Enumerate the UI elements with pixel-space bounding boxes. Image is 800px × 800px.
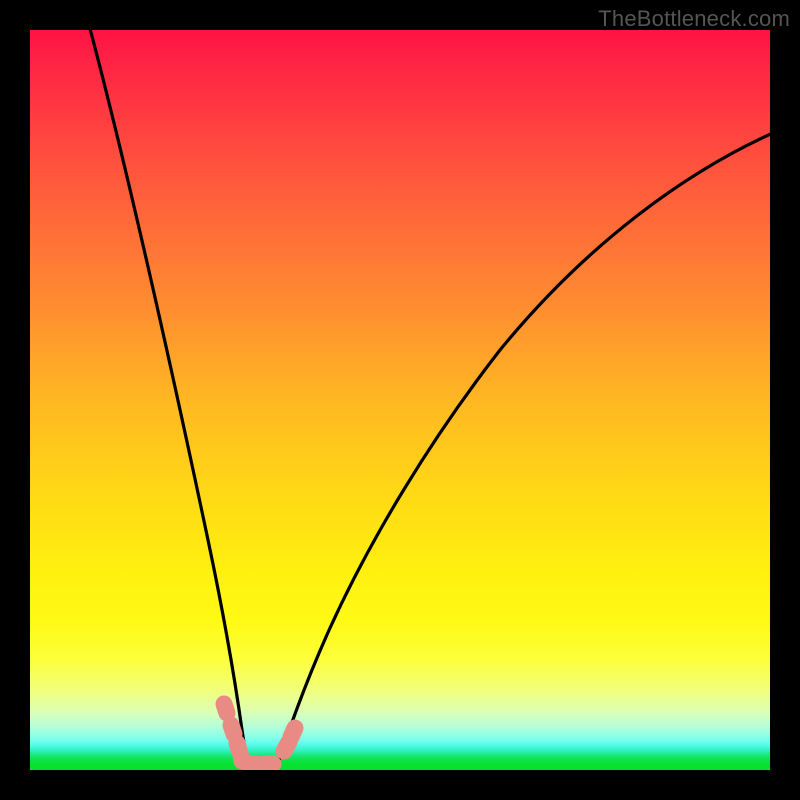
chart-frame: TheBottleneck.com bbox=[0, 0, 800, 800]
plot-area bbox=[30, 30, 770, 770]
watermark-text: TheBottleneck.com bbox=[598, 6, 790, 32]
right-branch-curve bbox=[276, 132, 770, 769]
curve-layer bbox=[30, 30, 770, 770]
left-branch-curve bbox=[89, 30, 248, 769]
valley-markers bbox=[224, 704, 295, 764]
